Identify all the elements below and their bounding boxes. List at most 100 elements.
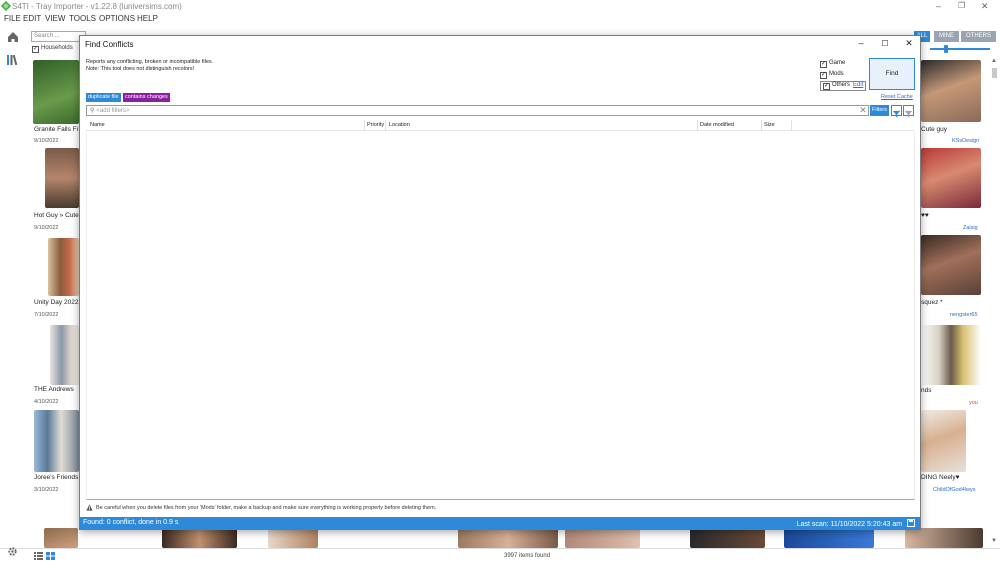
- household-thumbnail[interactable]: [784, 528, 874, 548]
- household-thumbnail[interactable]: [44, 528, 78, 548]
- dialog-description: Reports any conflicting, broken or incom…: [86, 59, 213, 72]
- household-thumbnail[interactable]: [921, 60, 981, 122]
- household-caption: Unity Day 2022: [34, 299, 79, 306]
- household-thumbnail[interactable]: [921, 325, 981, 385]
- household-thumbnail[interactable]: [921, 148, 981, 208]
- settings-gear-icon[interactable]: [7, 546, 18, 557]
- creator-link[interactable]: you: [969, 400, 978, 406]
- creator-link[interactable]: Zaisig: [963, 225, 978, 231]
- menu-tools[interactable]: TOOLS: [69, 14, 96, 23]
- households-checkbox[interactable]: ✓ Households: [32, 45, 73, 53]
- menu-file[interactable]: FILE: [4, 14, 21, 23]
- results-table-body[interactable]: [86, 132, 915, 500]
- household-thumbnail[interactable]: [34, 410, 79, 472]
- items-found-count: 3997 items found: [504, 553, 551, 559]
- results-table-header: Name Priority Location Date modified Siz…: [86, 120, 915, 131]
- dialog-statusbar: Found: 0 conflict, done in 0.9 s Last sc…: [80, 517, 920, 530]
- column-priority[interactable]: Priority: [367, 122, 384, 128]
- household-thumbnail[interactable]: [921, 410, 966, 472]
- household-caption: DING Neely♥: [921, 474, 960, 481]
- warning-icon: [86, 504, 93, 511]
- dialog-maximize-icon[interactable]: ☐: [878, 39, 892, 48]
- filter-input[interactable]: ⚲ <add filters>: [86, 105, 869, 116]
- household-thumbnail[interactable]: [905, 528, 983, 548]
- checkbox-icon: ✓: [820, 71, 827, 79]
- column-name[interactable]: Name: [90, 122, 105, 128]
- option-game[interactable]: ✓ Game: [820, 60, 866, 71]
- search-input[interactable]: Search ...: [31, 31, 86, 42]
- menubar: FILE EDIT VIEW TOOLS OPTIONS HELP: [0, 13, 1000, 25]
- household-caption: Hot Guy » Cute: [34, 212, 79, 219]
- household-caption: THE Andrews: [34, 386, 74, 393]
- left-rail: [0, 26, 26, 548]
- filter-clear-icon[interactable]: [903, 105, 914, 118]
- household-thumbnail[interactable]: [33, 60, 79, 124]
- household-thumbnail[interactable]: [48, 238, 79, 296]
- household-thumbnail[interactable]: [162, 528, 237, 548]
- last-scan: Last scan: 11/10/2022 5:20:43 am: [797, 519, 915, 528]
- household-date: 7/10/2022: [34, 312, 59, 318]
- checkbox-icon: ✓: [820, 61, 827, 68]
- grid-view-icon[interactable]: [46, 552, 55, 560]
- option-others[interactable]: ✓ Others Edit: [820, 81, 867, 92]
- clear-filter-icon[interactable]: ✕: [857, 105, 869, 116]
- app-logo-icon: [1, 1, 11, 11]
- household-thumbnail[interactable]: [268, 528, 318, 548]
- household-date: 4/10/2022: [34, 399, 59, 405]
- household-thumbnail[interactable]: [458, 528, 558, 548]
- gallery-scrollbar[interactable]: ▲ ▼: [991, 58, 998, 546]
- restore-icon[interactable]: ❐: [958, 1, 965, 10]
- column-size[interactable]: Size: [764, 122, 775, 128]
- menu-view[interactable]: VIEW: [45, 14, 65, 23]
- home-icon[interactable]: [7, 31, 19, 43]
- filter-add-icon[interactable]: [891, 105, 902, 118]
- reset-cache-link[interactable]: Reset Cache: [881, 94, 913, 100]
- household-thumbnail[interactable]: [50, 325, 79, 385]
- close-icon[interactable]: ✕: [981, 1, 989, 12]
- dialog-minimize-icon[interactable]: –: [854, 38, 868, 48]
- find-button[interactable]: Find: [869, 58, 915, 90]
- app-title: S4TI - Tray Importer - v1.22.8 (lunivers…: [12, 2, 182, 11]
- tab-others[interactable]: OTHERS: [961, 31, 996, 42]
- scroll-up-icon[interactable]: ▲: [991, 58, 997, 64]
- tab-mine[interactable]: MINE: [934, 31, 959, 42]
- description-line: Reports any conflicting, broken or incom…: [86, 59, 214, 65]
- filter-placeholder: <add filters>: [96, 108, 130, 114]
- scrollbar-thumb[interactable]: [992, 68, 997, 78]
- minimize-icon[interactable]: –: [936, 1, 941, 11]
- library-icon[interactable]: [7, 54, 19, 66]
- scroll-down-icon[interactable]: ▼: [991, 538, 997, 544]
- menu-options[interactable]: OPTIONS: [99, 14, 135, 23]
- menu-edit[interactable]: EDIT: [23, 14, 41, 23]
- last-scan-text: Last scan: 11/10/2022 5:20:43 am: [796, 521, 903, 528]
- household-date: 9/10/2022: [34, 138, 59, 144]
- column-location[interactable]: Location: [389, 122, 410, 128]
- save-icon[interactable]: [907, 519, 915, 527]
- size-slider[interactable]: [930, 45, 990, 53]
- warning-message: Be careful when you delete files from yo…: [86, 504, 436, 511]
- slider-handle[interactable]: [944, 45, 948, 53]
- household-thumbnail[interactable]: [565, 528, 640, 548]
- creator-link[interactable]: ChildOfGod4lwys: [933, 487, 976, 493]
- household-caption: Cute guy: [921, 126, 948, 133]
- filters-button[interactable]: Filters: [870, 105, 889, 116]
- option-mods[interactable]: ✓ Mods: [820, 71, 866, 82]
- legend-duplicate-file: duplicate file: [86, 93, 121, 102]
- creator-link[interactable]: nengster65: [950, 312, 978, 318]
- edit-others-link[interactable]: Edit: [853, 82, 863, 88]
- scan-options: ✓ Game ✓ Mods ✓ Others Edit: [820, 60, 867, 92]
- checkbox-icon: ✓: [32, 46, 39, 53]
- household-caption: nds: [921, 387, 932, 394]
- household-thumbnail[interactable]: [921, 235, 981, 295]
- list-view-icon[interactable]: [34, 552, 43, 560]
- description-note: Note: This tool does not distinguish rec…: [86, 65, 195, 72]
- household-thumbnail[interactable]: [690, 528, 765, 548]
- dialog-close-icon[interactable]: ✕: [902, 38, 916, 49]
- creator-link[interactable]: KSsDesign: [952, 138, 979, 144]
- household-caption: squez *: [921, 299, 943, 306]
- find-conflicts-dialog: Find Conflicts – ☐ ✕ Reports any conflic…: [79, 35, 921, 530]
- column-date-modified[interactable]: Date modified: [700, 122, 734, 128]
- household-thumbnail[interactable]: [45, 148, 79, 208]
- menu-help[interactable]: HELP: [137, 14, 158, 23]
- legend-contains-changes: contains changes: [123, 93, 170, 102]
